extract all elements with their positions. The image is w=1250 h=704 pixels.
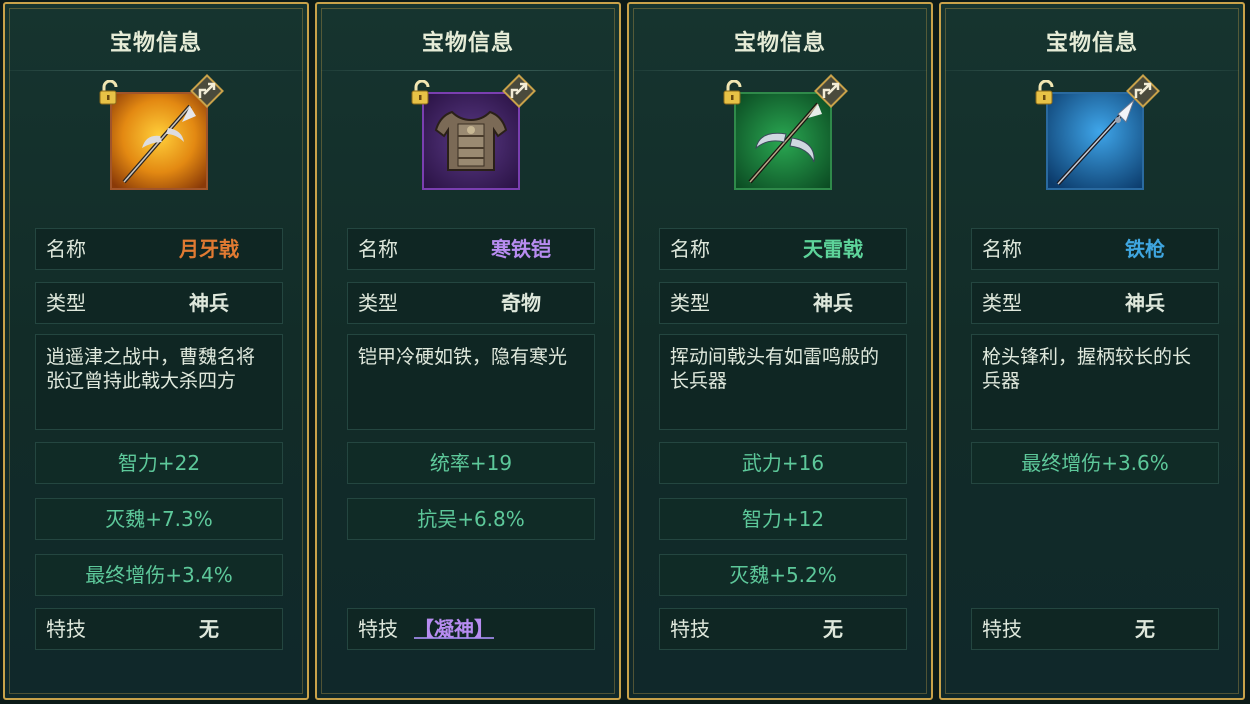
- treasure-type: 神兵: [189, 291, 229, 315]
- type-row: 类型 奇物: [347, 282, 595, 324]
- skill-label: 特技: [982, 617, 1022, 641]
- stat-row: 灭魏+7.3%: [35, 498, 283, 540]
- unlock-icon[interactable]: [1033, 80, 1059, 106]
- skill-row: 特技 无: [35, 608, 283, 650]
- skill-value: 无: [199, 617, 219, 641]
- treasure-name: 铁枪: [1125, 237, 1165, 261]
- skill-row: 特技 无: [971, 608, 1219, 650]
- skill-value: 无: [1135, 617, 1155, 641]
- treasure-info-panel: 宝物信息 名称 寒铁铠 类型 奇物 铠甲冷硬如铁，隐有寒光 统率+19 抗吴+6…: [315, 2, 621, 700]
- treasure-type: 奇物: [501, 291, 541, 315]
- share-icon[interactable]: [1124, 72, 1162, 110]
- skill-label: 特技: [358, 617, 398, 641]
- treasure-name: 月牙戟: [179, 237, 239, 261]
- panel-title: 宝物信息: [1045, 31, 1138, 56]
- stat-row: 抗吴+6.8%: [347, 498, 595, 540]
- name-row: 名称 月牙戟: [35, 228, 283, 270]
- treasure-type: 神兵: [1125, 291, 1165, 315]
- skill-value: 无: [823, 617, 843, 641]
- treasure-name: 寒铁铠: [491, 237, 551, 261]
- skill-label: 特技: [670, 617, 710, 641]
- unlock-icon[interactable]: [409, 80, 435, 106]
- share-icon[interactable]: [500, 72, 538, 110]
- type-label: 类型: [46, 291, 86, 315]
- treasure-panels: 宝物信息 名称 月牙戟 类型 神兵 逍遥津之战中，曹魏名将张辽曾持此戟大杀四方 …: [0, 0, 1250, 704]
- name-row: 名称 铁枪: [971, 228, 1219, 270]
- type-label: 类型: [358, 291, 398, 315]
- treasure-description: 挥动间戟头有如雷鸣般的长兵器: [659, 334, 907, 430]
- share-icon[interactable]: [188, 72, 226, 110]
- stat-row: 统率+19: [347, 442, 595, 484]
- name-row: 名称 天雷戟: [659, 228, 907, 270]
- unlock-icon[interactable]: [721, 80, 747, 106]
- name-label: 名称: [46, 237, 86, 261]
- name-label: 名称: [670, 237, 710, 261]
- treasure-name: 天雷戟: [803, 237, 863, 261]
- panel-title: 宝物信息: [421, 31, 514, 56]
- name-row: 名称 寒铁铠: [347, 228, 595, 270]
- type-row: 类型 神兵: [35, 282, 283, 324]
- stat-row: 最终增伤+3.6%: [971, 442, 1219, 484]
- treasure-info-panel: 宝物信息 名称 天雷戟 类型 神兵 挥动间戟头有如雷鸣般的长兵器 武力+16 智…: [627, 2, 933, 700]
- share-icon[interactable]: [812, 72, 850, 110]
- unlock-icon[interactable]: [97, 80, 123, 106]
- type-row: 类型 神兵: [659, 282, 907, 324]
- treasure-description: 逍遥津之战中，曹魏名将张辽曾持此戟大杀四方: [35, 334, 283, 430]
- treasure-description: 枪头锋利，握柄较长的长兵器: [971, 334, 1219, 430]
- type-label: 类型: [982, 291, 1022, 315]
- skill-row: 特技 无: [659, 608, 907, 650]
- type-row: 类型 神兵: [971, 282, 1219, 324]
- skill-link[interactable]: 【凝神】: [408, 609, 594, 649]
- name-label: 名称: [358, 237, 398, 261]
- treasure-type: 神兵: [813, 291, 853, 315]
- stat-row: 最终增伤+3.4%: [35, 554, 283, 596]
- treasure-info-panel: 宝物信息 名称 月牙戟 类型 神兵 逍遥津之战中，曹魏名将张辽曾持此戟大杀四方 …: [3, 2, 309, 700]
- skill-label: 特技: [46, 617, 86, 641]
- skill-row: 特技 【凝神】: [347, 608, 595, 650]
- name-label: 名称: [982, 237, 1022, 261]
- stat-row: 智力+22: [35, 442, 283, 484]
- panel-title: 宝物信息: [109, 31, 202, 56]
- stat-row: 智力+12: [659, 498, 907, 540]
- type-label: 类型: [670, 291, 710, 315]
- stat-row: 武力+16: [659, 442, 907, 484]
- treasure-info-panel: 宝物信息 名称 铁枪 类型 神兵 枪头锋利，握柄较长的长兵器 最终增伤+3.6%…: [939, 2, 1245, 700]
- stat-row: 灭魏+5.2%: [659, 554, 907, 596]
- panel-title: 宝物信息: [733, 31, 826, 56]
- treasure-description: 铠甲冷硬如铁，隐有寒光: [347, 334, 595, 430]
